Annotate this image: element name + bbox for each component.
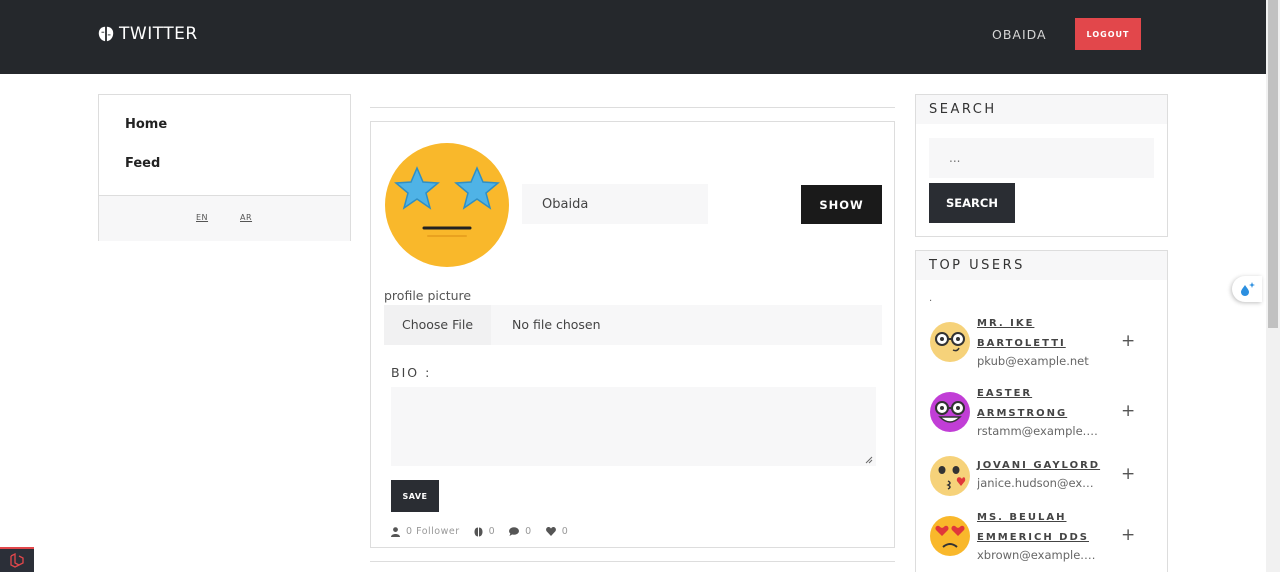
top-users-card: TOP USERS . MR. IKE BARTOLETTI pkub@exam…	[915, 250, 1168, 572]
user-avatar	[930, 322, 970, 362]
profile-avatar	[385, 143, 509, 267]
divider	[370, 107, 895, 108]
bio-label: BIO :	[391, 365, 432, 380]
list-item: MS. BEULAH EMMERICH DDS xbrown@example.c…	[916, 509, 1167, 565]
language-switcher: EN AR	[99, 195, 350, 241]
follow-plus-button[interactable]: +	[1121, 403, 1135, 420]
follow-plus-button[interactable]: +	[1121, 527, 1135, 544]
scrollbar-thumb[interactable]	[1268, 0, 1278, 328]
debugbar-badge[interactable]	[0, 547, 34, 572]
tweets-count: 0	[488, 526, 496, 537]
list-item: MR. IKE BARTOLETTI pkub@example.net +	[916, 315, 1167, 371]
user-avatar	[930, 392, 970, 432]
follow-plus-button[interactable]: +	[1121, 333, 1135, 350]
sidebar-item-feed[interactable]: Feed	[125, 156, 160, 171]
user-email: rstamm@example.net	[977, 424, 1099, 438]
tweets-stat: 0	[474, 526, 496, 537]
top-users-dot: .	[929, 293, 933, 304]
profile-name-input[interactable]	[522, 184, 708, 224]
comments-stat: 0	[509, 526, 532, 537]
user-icon	[391, 526, 400, 537]
user-avatar	[930, 516, 970, 556]
search-input[interactable]	[929, 138, 1154, 178]
likes-count: 0	[561, 526, 569, 537]
bio-textarea[interactable]	[391, 387, 876, 466]
droplet-sparkle-icon	[1241, 282, 1255, 296]
user-email: janice.hudson@example.com	[977, 476, 1099, 490]
laravel-logo-icon	[10, 552, 24, 568]
profile-stats: 0 Follower 0 0 0	[391, 526, 582, 537]
save-button[interactable]: SAVE	[391, 480, 439, 512]
choose-file-button[interactable]: Choose File	[384, 305, 491, 345]
list-item: JOVANI GAYLORD janice.hudson@example.com…	[916, 455, 1167, 511]
search-card-header: SEARCH	[916, 95, 1167, 124]
logout-button[interactable]: LOGOUT	[1075, 18, 1141, 50]
brand-link[interactable]: TWITTER	[97, 24, 198, 44]
resize-handle-icon[interactable]	[865, 456, 873, 464]
comment-icon	[509, 527, 520, 536]
show-button[interactable]: SHOW	[801, 185, 882, 224]
user-email: pkub@example.net	[977, 354, 1089, 368]
brand-text: TWITTER	[119, 24, 198, 44]
user-name-link[interactable]: EASTER ARMSTRONG	[977, 384, 1102, 424]
top-users-title: TOP USERS	[929, 258, 1025, 273]
page-scrollbar[interactable]	[1266, 0, 1280, 572]
heart-icon	[545, 527, 556, 536]
floating-assistant-button[interactable]	[1232, 276, 1262, 302]
search-card: SEARCH SEARCH	[915, 94, 1168, 237]
followers-stat: 0 Follower	[391, 526, 460, 537]
profile-card: SHOW profile picture Choose File No file…	[370, 121, 895, 548]
likes-stat: 0	[545, 526, 569, 537]
user-avatar	[930, 456, 970, 496]
user-name-link[interactable]: JOVANI GAYLORD	[977, 456, 1102, 476]
profile-picture-label: profile picture	[384, 288, 472, 303]
comments-count: 0	[525, 526, 532, 537]
list-item: EASTER ARMSTRONG rstamm@example.net +	[916, 385, 1167, 441]
brain-icon	[474, 527, 483, 536]
profile-picture-input[interactable]: Choose File No file chosen	[384, 305, 882, 345]
user-email: xbrown@example.com	[977, 548, 1099, 562]
top-users-header: TOP USERS	[916, 251, 1167, 280]
user-name-link[interactable]: MR. IKE BARTOLETTI	[977, 314, 1102, 354]
user-name-link[interactable]: MS. BEULAH EMMERICH DDS	[977, 508, 1102, 548]
divider	[370, 561, 895, 562]
top-navbar: TWITTER OBAIDA LOGOUT	[0, 0, 1266, 74]
brain-icon	[98, 26, 114, 42]
followers-count: 0 Follower	[406, 526, 460, 537]
left-sidebar: Home Feed EN AR	[98, 94, 351, 241]
search-title: SEARCH	[929, 102, 997, 117]
follow-plus-button[interactable]: +	[1121, 466, 1135, 483]
file-status: No file chosen	[512, 317, 601, 332]
lang-ar-link[interactable]: AR	[240, 213, 252, 222]
search-button[interactable]: SEARCH	[929, 183, 1015, 223]
lang-en-link[interactable]: EN	[196, 213, 208, 222]
sidebar-item-home[interactable]: Home	[125, 117, 167, 132]
nav-user-link[interactable]: OBAIDA	[992, 27, 1047, 42]
